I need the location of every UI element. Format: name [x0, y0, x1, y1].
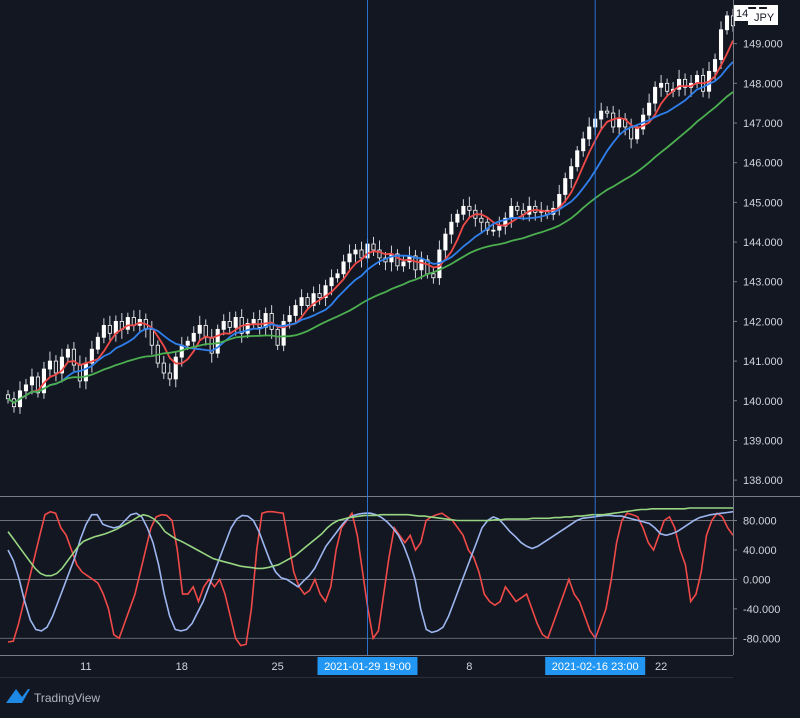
candle-body [431, 273, 436, 279]
candle-body [575, 150, 580, 168]
candle-body [599, 110, 604, 120]
candle-body [515, 205, 520, 211]
candle-body [653, 86, 658, 104]
candle-body [185, 340, 190, 346]
candle-body [29, 376, 35, 386]
candle-body [125, 317, 130, 330]
candle-body [23, 384, 29, 392]
candle-body [455, 213, 460, 223]
time-tick-label: 25 [272, 661, 284, 673]
crosshair-time-label: 2021-01-29 19:00 [324, 661, 411, 673]
osc-tick-label: -40.000 [743, 604, 780, 616]
candle-body [329, 277, 334, 287]
candle-body [401, 261, 406, 267]
candle-body [233, 317, 238, 328]
candle-body [227, 321, 232, 328]
candle-body [77, 364, 82, 382]
candle-body [149, 328, 154, 346]
candle-body [665, 82, 670, 92]
candle-body [419, 259, 424, 271]
candle-body [167, 372, 172, 380]
candle-body [712, 59, 718, 72]
osc-tick-label: -80.000 [743, 633, 780, 645]
candle-body [509, 205, 514, 219]
candle-body [305, 297, 310, 306]
osc-tick-label: 40.000 [743, 545, 777, 557]
candle-body [659, 82, 664, 88]
osc-tick-label: 80.000 [743, 516, 777, 528]
candle-body [629, 126, 634, 140]
price-tick-label: 149.000 [743, 39, 783, 51]
price-tick-label: 145.000 [743, 197, 783, 209]
candle-body [317, 293, 322, 298]
candle-body [221, 321, 226, 330]
time-tick-label: 8 [466, 661, 472, 673]
candle-body [341, 261, 346, 275]
chart-canvas[interactable]: 138.000 139.000 140.000 141.000 142.000 143.0… [0, 0, 800, 713]
time-tick-label: 11 [80, 661, 91, 673]
candle-body [269, 313, 274, 330]
candle-body [371, 243, 376, 251]
candle-body [47, 360, 52, 370]
time-tick-label: 22 [655, 661, 667, 673]
candle-body [718, 29, 724, 60]
candle-body [647, 102, 652, 116]
candle-body [443, 233, 448, 251]
candle-body [617, 118, 622, 128]
candle-body [173, 356, 178, 380]
candle-body [191, 332, 196, 342]
candle-body [335, 273, 340, 279]
crosshair-time-label: 2021-02-16 23:00 [552, 661, 639, 673]
tradingview-logo-text: TradingView [34, 691, 100, 705]
candle-body [197, 324, 202, 334]
price-tick-label: 140.000 [743, 396, 783, 408]
price-tick-label: 147.000 [743, 118, 783, 130]
candle-body [587, 126, 592, 140]
candle-body [293, 305, 298, 316]
candle-body [605, 110, 610, 114]
price-tick-label: 138.000 [743, 475, 783, 487]
chart-root: 138.000 139.000 140.000 141.000 142.000 143.0… [0, 0, 800, 713]
candle-body [467, 205, 472, 211]
candle-body [563, 178, 568, 195]
candle [215, 324, 220, 358]
candle-body [461, 205, 466, 215]
candle-body [53, 360, 58, 374]
osc-tick-label: 0.000 [743, 574, 771, 586]
candle-body [353, 249, 358, 255]
candle-body [5, 394, 11, 400]
candle-body [449, 221, 454, 235]
price-tick-label: 146.000 [743, 158, 783, 170]
candle-body [101, 324, 106, 338]
price-tick-label: 139.000 [743, 435, 783, 447]
candle-body [161, 362, 166, 374]
candle-body [569, 166, 574, 179]
candle-body [581, 138, 586, 152]
price-tick-label: 142.000 [743, 316, 783, 328]
candle-body [497, 225, 502, 231]
candle-body [83, 362, 88, 382]
price-tick-label: 141.000 [743, 356, 783, 368]
candle-body [724, 15, 730, 31]
candle-body [215, 328, 220, 354]
candle-body [287, 315, 292, 322]
price-tick-label: 148.000 [743, 78, 783, 90]
time-tick-label: 18 [176, 661, 188, 673]
symbol-suffix-label: JPY [754, 12, 775, 24]
candle-body [479, 217, 484, 223]
price-tick-label: 144.000 [743, 237, 783, 249]
candle-body [95, 336, 100, 350]
candle-body [203, 324, 208, 338]
candle-body [65, 348, 70, 358]
candle-body [359, 249, 364, 259]
candle-body [347, 253, 352, 263]
candle-body [107, 324, 112, 334]
candle-body [299, 297, 304, 306]
chart-background [0, 0, 800, 713]
candle-body [491, 229, 496, 232]
candle-body [251, 319, 256, 324]
price-tick-label: 143.000 [743, 277, 783, 289]
candle-body [635, 128, 640, 140]
